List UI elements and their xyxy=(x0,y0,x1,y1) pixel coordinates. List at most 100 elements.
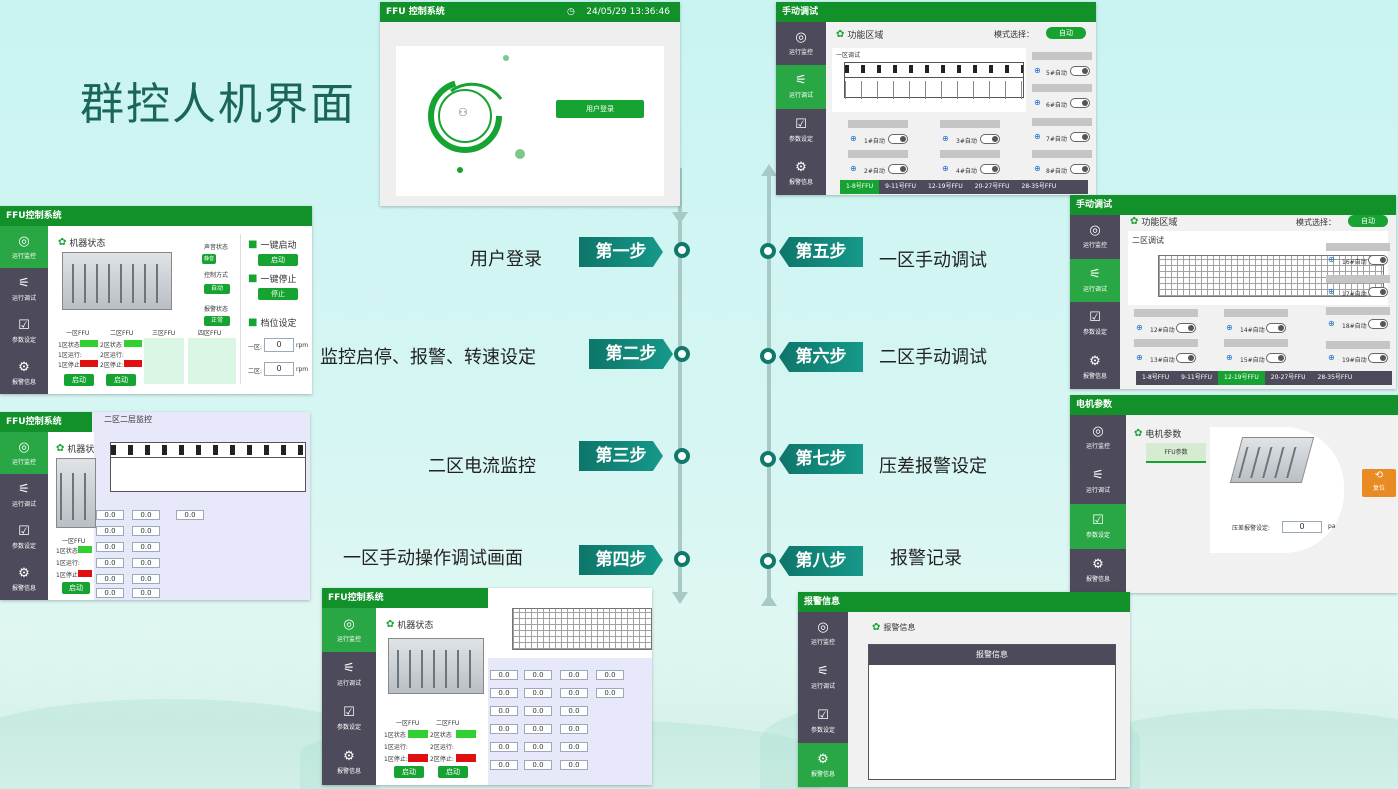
right-row-1-toggle[interactable] xyxy=(1368,255,1388,265)
sound-value[interactable]: 静音 xyxy=(202,254,216,264)
add-icon[interactable]: ⊕ xyxy=(850,164,857,173)
sidebar-item-monitor[interactable]: ◎ 运行监控 xyxy=(0,432,48,474)
sidebar-item-monitor[interactable]: ◎ 运行监控 xyxy=(1070,215,1120,259)
sidebar-item-monitor[interactable]: ◎ 运行监控 xyxy=(798,612,848,656)
ffu-row-1-toggle[interactable] xyxy=(1176,323,1196,333)
tab-20-27[interactable]: 20-27号FFU xyxy=(969,180,1016,194)
sidebar-item-params[interactable]: ☑ 参数设定 xyxy=(322,697,376,741)
sidebar-item-debug[interactable]: ⚟ 运行调试 xyxy=(0,268,48,310)
tab-1-8[interactable]: 1-8号FFU xyxy=(1136,371,1175,385)
zone1-start-button[interactable]: 启动 xyxy=(64,374,94,386)
right-row-2-toggle[interactable] xyxy=(1368,287,1388,297)
add-icon[interactable]: ⊕ xyxy=(1034,164,1041,173)
sidebar-item-monitor[interactable]: ◎ 运行监控 xyxy=(0,226,48,268)
reset-button[interactable]: ⟲ 复位 xyxy=(1362,469,1396,497)
sidebar-item-alarm[interactable]: ⚙ 报警信息 xyxy=(0,558,48,600)
zone-tab-2[interactable]: 二区FFU xyxy=(436,718,459,727)
sidebar-item-monitor[interactable]: ◎ 运行监控 xyxy=(1070,415,1126,460)
add-icon[interactable]: ⊕ xyxy=(1034,66,1041,75)
ffu-param-tab[interactable]: FFU参数 xyxy=(1146,443,1206,463)
add-icon[interactable]: ⊕ xyxy=(942,164,949,173)
zone1-start-button[interactable]: 启动 xyxy=(394,766,424,778)
add-icon[interactable]: ⊕ xyxy=(1034,98,1041,107)
sidebar-item-monitor[interactable]: ◎ 运行监控 xyxy=(322,608,376,653)
motor-sidebar: ◎ 运行监控 ⚟ 运行调试 ☑ 参数设定 ⚙ 报警信息 xyxy=(1070,415,1126,593)
ctrl-value[interactable]: 自动 xyxy=(204,284,230,294)
zone2-start-button[interactable]: 启动 xyxy=(438,766,468,778)
zone-tab-1[interactable]: 一区FFU xyxy=(396,718,419,727)
zone2-start-button[interactable]: 启动 xyxy=(106,374,136,386)
ffu-row-4-toggle[interactable] xyxy=(1266,353,1286,363)
sidebar-item-alarm[interactable]: ⚙ 报警信息 xyxy=(0,352,48,394)
sidebar-item-debug[interactable]: ⚟ 运行调试 xyxy=(1070,460,1126,505)
sidebar-item-alarm[interactable]: ⚙ 报警信息 xyxy=(776,152,826,195)
login-button[interactable]: 用户登录 xyxy=(556,100,644,118)
ffu-row-3-toggle[interactable] xyxy=(1266,323,1286,333)
gear-row-2-input[interactable]: 0 xyxy=(264,362,294,376)
sidebar-item-debug[interactable]: ⚟ 运行调试 xyxy=(798,656,848,700)
stop-button[interactable]: 停止 xyxy=(258,288,298,300)
tab-20-27[interactable]: 20-27号FFU xyxy=(1265,371,1312,385)
ffu-row-3-toggle[interactable] xyxy=(980,134,1000,144)
sidebar-item-debug[interactable]: ⚟ 运行调试 xyxy=(0,474,48,516)
sidebar-item-alarm[interactable]: ⚙ 报警信息 xyxy=(322,741,376,785)
add-icon[interactable]: ⊕ xyxy=(942,134,949,143)
add-icon[interactable]: ⊕ xyxy=(1136,353,1143,362)
right-row-3-toggle[interactable] xyxy=(1368,319,1388,329)
sidebar-item-params[interactable]: ☑ 参数设定 xyxy=(798,700,848,744)
right-row-3-toggle[interactable] xyxy=(1070,132,1090,142)
right-row-1-toggle[interactable] xyxy=(1070,66,1090,76)
add-icon[interactable]: ⊕ xyxy=(1034,132,1041,141)
tab-1-8[interactable]: 1-8号FFU xyxy=(840,180,880,194)
add-icon[interactable]: ⊕ xyxy=(1328,319,1335,328)
sidebar-item-debug[interactable]: ⚟ 运行调试 xyxy=(776,65,826,109)
ffu-row-2-toggle[interactable] xyxy=(1176,353,1196,363)
pressure-input[interactable]: 0 xyxy=(1282,521,1322,533)
tab-9-11[interactable]: 9-11号FFU xyxy=(1175,371,1218,385)
sidebar-item-alarm[interactable]: ⚙ 报警信息 xyxy=(1070,346,1120,390)
right-row-2-toggle[interactable] xyxy=(1070,98,1090,108)
tab-28-35[interactable]: 28-35号FFU xyxy=(1312,371,1359,385)
sidebar-item-params[interactable]: ☑ 参数设定 xyxy=(1070,302,1120,346)
ffu-row-3: 14#自动 xyxy=(1240,327,1265,334)
status-window: FFU控制系统 ◎ 运行监控 ⚟ 运行调试 ☑ 参数设定 ⚙ 报警信息 ✿ 机器状态 声音… xyxy=(0,206,312,394)
sidebar-item-params[interactable]: ☑ 参数设定 xyxy=(1070,504,1126,549)
ffu-row-1-toggle[interactable] xyxy=(888,134,908,144)
add-icon[interactable]: ⊕ xyxy=(1136,323,1143,332)
gear-row-1-input[interactable]: 0 xyxy=(264,338,294,352)
sliders-icon: ⚟ xyxy=(18,275,30,291)
zone-tab-4[interactable]: 四区FFU xyxy=(198,328,221,337)
sidebar-item-params[interactable]: ☑ 参数设定 xyxy=(0,516,48,558)
tab-12-19[interactable]: 12-19号FFU xyxy=(922,180,969,194)
tab-28-35[interactable]: 28-35号FFU xyxy=(1016,180,1063,194)
sidebar-item-monitor[interactable]: ◎ 运行监控 xyxy=(776,22,826,65)
start-button[interactable]: 启动 xyxy=(62,582,90,594)
sidebar-item-params[interactable]: ☑ 参数设定 xyxy=(776,109,826,152)
tab-12-19[interactable]: 12-19号FFU xyxy=(1218,371,1265,385)
clock-icon: ◷ xyxy=(566,7,575,17)
add-icon[interactable]: ⊕ xyxy=(1226,353,1233,362)
add-icon[interactable]: ⊕ xyxy=(1328,255,1335,264)
ffu-row-2-toggle[interactable] xyxy=(888,164,908,174)
zone-tab-3[interactable]: 三区FFU xyxy=(152,328,175,337)
sidebar-item-alarm[interactable]: ⚙ 报警信息 xyxy=(1070,549,1126,594)
mode-toggle[interactable]: 自动 xyxy=(1046,27,1086,39)
zone-tab-2[interactable]: 二区FFU xyxy=(110,328,133,337)
tab-9-11[interactable]: 9-11号FFU xyxy=(879,180,922,194)
add-icon[interactable]: ⊕ xyxy=(1226,323,1233,332)
sidebar-item-params[interactable]: ☑ 参数设定 xyxy=(0,310,48,352)
sidebar-item-debug[interactable]: ⚟ 运行调试 xyxy=(1070,258,1120,302)
add-icon[interactable]: ⊕ xyxy=(1328,353,1335,362)
step-3-badge: 第三步 xyxy=(579,441,663,471)
start-button[interactable]: 启动 xyxy=(258,254,298,266)
sidebar-item-alarm[interactable]: ⚙ 报警信息 xyxy=(798,743,848,787)
right-row-4-toggle[interactable] xyxy=(1368,353,1388,363)
right-row-4-toggle[interactable] xyxy=(1070,164,1090,174)
reading-7: 0.0 xyxy=(560,688,588,698)
mode-toggle[interactable]: 自动 xyxy=(1348,215,1388,227)
sidebar-item-debug[interactable]: ⚟ 运行调试 xyxy=(322,652,376,696)
add-icon[interactable]: ⊕ xyxy=(850,134,857,143)
zone-tab-1[interactable]: 一区FFU xyxy=(66,328,89,337)
add-icon[interactable]: ⊕ xyxy=(1328,287,1335,296)
ffu-row-4-toggle[interactable] xyxy=(980,164,1000,174)
